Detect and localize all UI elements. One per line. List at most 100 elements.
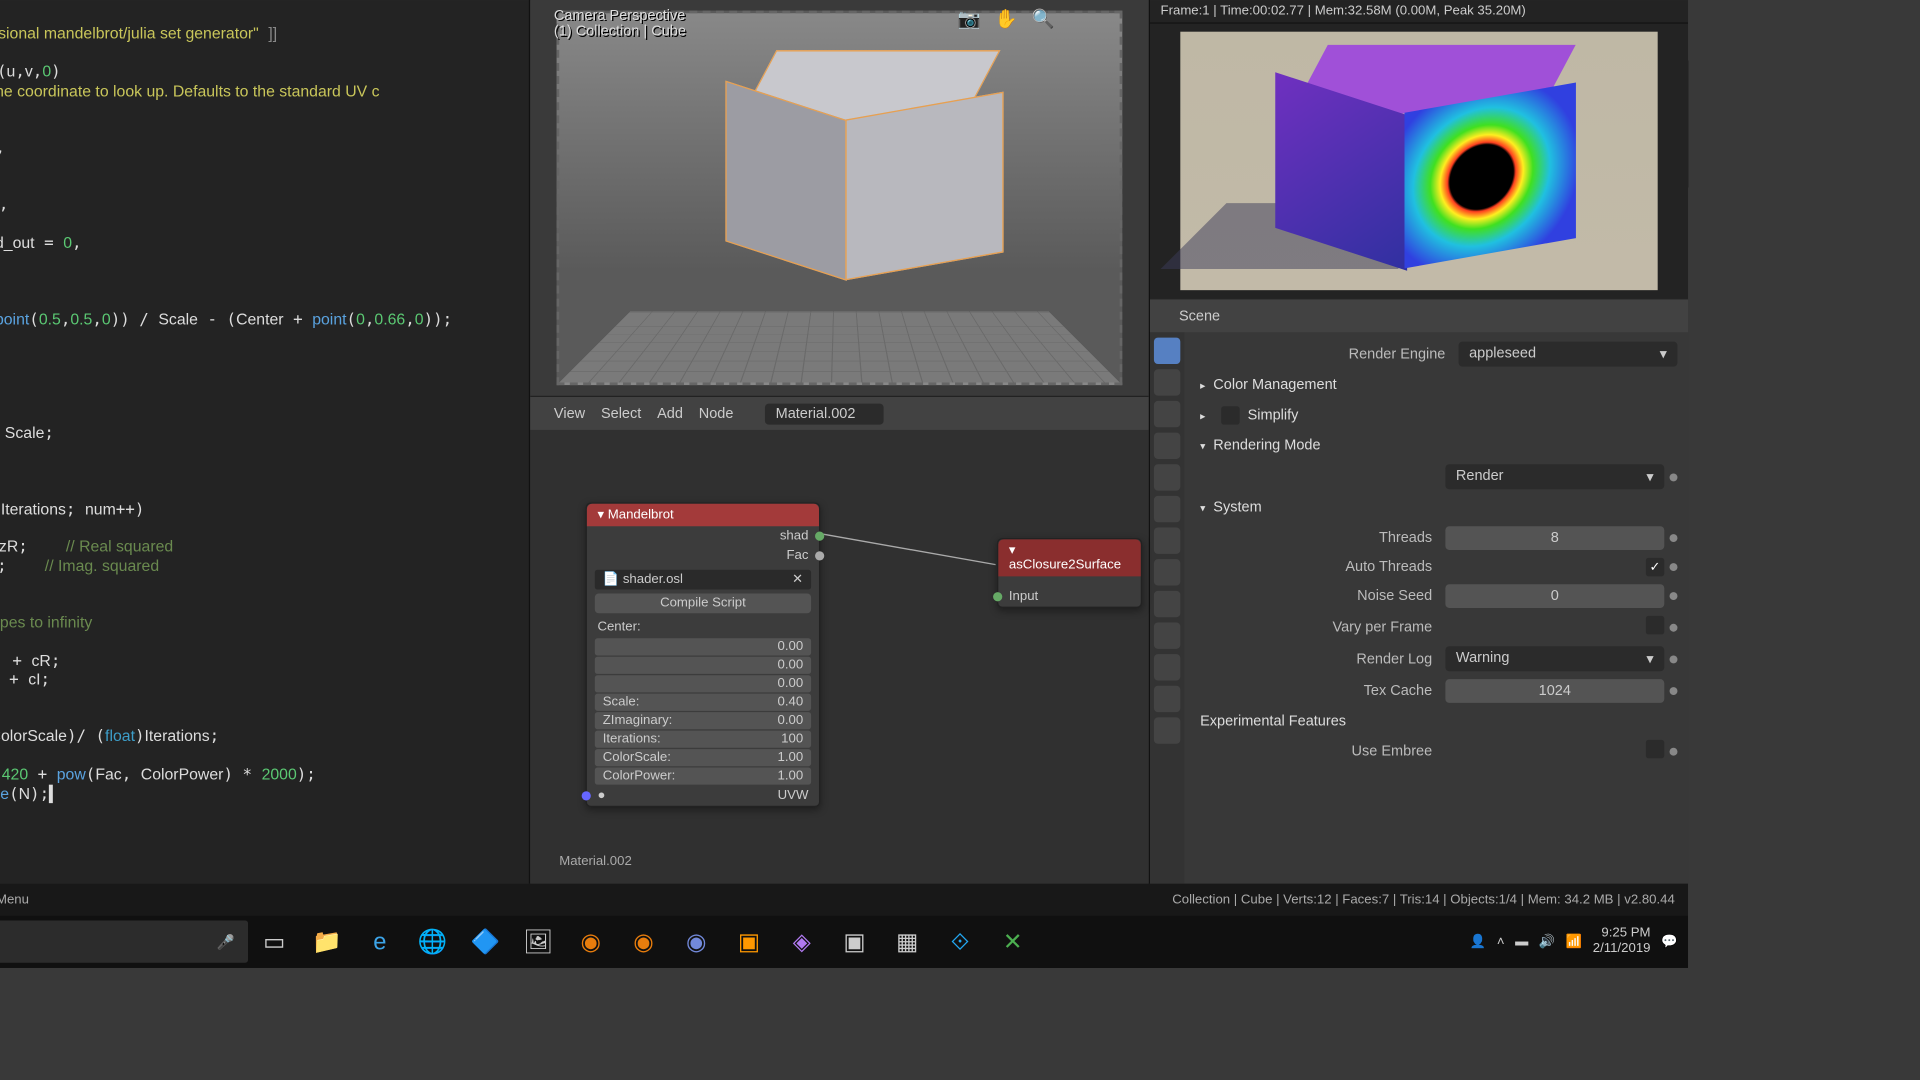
threads-input[interactable]: 8	[1445, 526, 1664, 550]
render-engine-dropdown[interactable]: appleseed ▾	[1459, 342, 1678, 367]
properties-breadcrumb: Scene	[1179, 308, 1220, 324]
code-text-area[interactable]: shader Mandelbrot [[ string help = "A fo…	[0, 0, 529, 884]
tab-object-icon[interactable]	[1154, 496, 1180, 522]
iterations-input[interactable]: Iterations:100	[595, 731, 811, 748]
material-label: Material.002	[559, 855, 632, 870]
ne-menu-node[interactable]: Node	[699, 406, 734, 422]
notification-icon[interactable]: 💬	[1661, 934, 1677, 949]
zimaginary-input[interactable]: ZImaginary:0.00	[595, 712, 811, 729]
use-embree-checkbox[interactable]	[1646, 740, 1664, 758]
zoom-icon[interactable]: 🔍	[1030, 8, 1056, 34]
noise-seed-label: Noise Seed	[1195, 588, 1446, 604]
render-log-label: Render Log	[1195, 651, 1446, 667]
tab-material-icon[interactable]	[1154, 686, 1180, 712]
viewport-subtitle: (1) Collection | Cube	[554, 24, 686, 40]
section-rendering-mode[interactable]: ▾Rendering Mode	[1195, 431, 1678, 460]
node2-title: asClosure2Surface	[1009, 558, 1121, 573]
center-y-input[interactable]: 0.00	[595, 657, 811, 674]
vs-icon[interactable]: ◈	[775, 915, 828, 968]
explorer-icon[interactable]: 📁	[301, 915, 354, 968]
windows-taskbar: ⊞ ◯ Type here to search 🎤 ▭ 📁 e 🌐 🔷 🖼 ◉ …	[0, 915, 1688, 968]
ne-menu-add[interactable]: Add	[657, 406, 683, 422]
taskbar-clock[interactable]: 9:25 PM2/11/2019	[1593, 926, 1651, 958]
section-simplify[interactable]: ▸Simplify	[1195, 400, 1678, 432]
tray-chevron-icon[interactable]: ˄	[1497, 934, 1505, 949]
center-x-input[interactable]: 0.00	[595, 638, 811, 655]
node-editor-canvas[interactable]: ▾ Mandelbrot shad Fac 📄 shader.osl ✕ Com…	[530, 430, 1148, 884]
taskbar-search-input[interactable]: ◯ Type here to search 🎤	[0, 920, 248, 962]
tab-physics-icon[interactable]	[1154, 591, 1180, 617]
socket-fac: Fac	[786, 549, 808, 564]
tab-constraint-icon[interactable]	[1154, 622, 1180, 648]
pycharm-icon[interactable]: ▣	[828, 915, 881, 968]
tab-modifier-icon[interactable]	[1154, 528, 1180, 554]
section-color-management[interactable]: ▸Color Management	[1195, 371, 1678, 400]
tab-viewlayer-icon[interactable]	[1154, 401, 1180, 427]
material-name-input[interactable]: Material.002	[765, 403, 884, 424]
tray-volume-icon[interactable]: 🔊	[1539, 934, 1555, 949]
tab-render-icon[interactable]	[1154, 338, 1180, 364]
uvw-socket: UVW	[778, 789, 809, 804]
tab-particle-icon[interactable]	[1154, 559, 1180, 585]
socket-shad: shad	[780, 529, 809, 544]
vscode-icon[interactable]: ⟐	[934, 915, 987, 968]
edge-icon[interactable]: e	[353, 915, 406, 968]
noise-seed-input[interactable]: 0	[1445, 584, 1664, 608]
center-z-input[interactable]: 0.00	[595, 675, 811, 692]
node-closure2surface[interactable]: ▾ asClosure2Surface Input	[997, 538, 1142, 608]
section-experimental[interactable]: Experimental Features	[1195, 707, 1678, 736]
chrome-icon[interactable]: 🌐	[406, 915, 459, 968]
app-icon-2[interactable]: 🖼	[512, 915, 565, 968]
node-title: Mandelbrot	[608, 508, 674, 523]
input-socket: Input	[1009, 590, 1038, 605]
compile-script-button[interactable]: Compile Script	[595, 593, 811, 613]
colorscale-input[interactable]: ColorScale:1.00	[595, 749, 811, 766]
node-file-close-icon[interactable]: ✕	[792, 572, 803, 587]
ne-menu-select[interactable]: Select	[601, 406, 641, 422]
center-label: Center:	[597, 620, 640, 635]
colorpower-input[interactable]: ColorPower:1.00	[595, 768, 811, 785]
auto-threads-checkbox[interactable]	[1646, 558, 1664, 576]
tab-scene-icon[interactable]	[1154, 433, 1180, 459]
auto-threads-label: Auto Threads	[1195, 559, 1446, 575]
tex-cache-input[interactable]: 1024	[1445, 679, 1664, 703]
tray-network-icon[interactable]: ▬	[1515, 934, 1528, 949]
3d-viewport[interactable]: Camera Perspective (1) Collection | Cube…	[530, 0, 1148, 396]
render-log-dropdown[interactable]: Warning▾	[1445, 646, 1664, 671]
simplify-checkbox[interactable]	[1221, 406, 1239, 424]
viewport-title: Camera Perspective	[554, 8, 686, 24]
tab-data-icon[interactable]	[1154, 654, 1180, 680]
tab-output-icon[interactable]	[1154, 369, 1180, 395]
tray-people-icon[interactable]: 👤	[1470, 934, 1486, 949]
render-mode-dropdown[interactable]: Render▾	[1445, 464, 1664, 489]
node-mandelbrot[interactable]: ▾ Mandelbrot shad Fac 📄 shader.osl ✕ Com…	[586, 502, 821, 807]
ne-menu-view[interactable]: View	[554, 406, 585, 422]
status-bar: 🖱 🖱 Pan View 🖱 Context Menu Collection |…	[0, 884, 1688, 916]
app-icon-4[interactable]: ✕	[986, 915, 1039, 968]
node-editor-header: View Select Add Node Material.002	[530, 396, 1148, 430]
cube-object[interactable]	[744, 50, 995, 268]
sublime-icon[interactable]: ▣	[723, 915, 776, 968]
render-preview[interactable]	[1150, 24, 1688, 298]
app-icon-3[interactable]: ▦	[881, 915, 934, 968]
section-system[interactable]: ▾System	[1195, 493, 1678, 522]
pan-icon[interactable]: ✋	[993, 8, 1019, 34]
blender-taskbar-icon-2[interactable]: ◉	[617, 915, 670, 968]
tray-wifi-icon[interactable]: 📶	[1566, 934, 1582, 949]
status-stats: Collection | Cube | Verts:12 | Faces:7 |…	[1172, 892, 1675, 907]
render-status-line: Frame:1 | Time:00:02.77 | Mem:32.58M (0.…	[1150, 0, 1688, 24]
node-file-row[interactable]: 📄 shader.osl ✕	[595, 570, 811, 590]
use-embree-label: Use Embree	[1195, 743, 1446, 759]
camera-toggle-icon[interactable]: 📷	[956, 8, 982, 34]
blender-taskbar-icon[interactable]: ◉	[564, 915, 617, 968]
app-icon-1[interactable]: 🔷	[459, 915, 512, 968]
vary-per-frame-checkbox[interactable]	[1646, 616, 1664, 634]
discord-icon[interactable]: ◉	[670, 915, 723, 968]
threads-label: Threads	[1195, 530, 1446, 546]
mic-icon[interactable]: 🎤	[217, 933, 235, 950]
scale-input[interactable]: Scale:0.40	[595, 694, 811, 711]
render-engine-label: Render Engine	[1195, 346, 1459, 362]
tab-world-icon[interactable]	[1154, 464, 1180, 490]
task-view-icon[interactable]: ▭	[248, 915, 301, 968]
tab-texture-icon[interactable]	[1154, 717, 1180, 743]
